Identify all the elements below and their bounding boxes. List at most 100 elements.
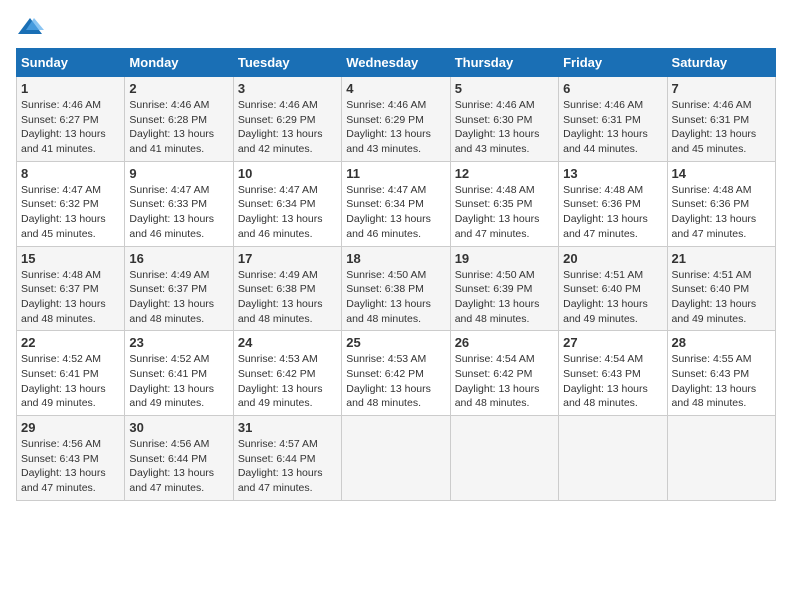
- calendar-cell: 7 Sunrise: 4:46 AM Sunset: 6:31 PM Dayli…: [667, 77, 775, 162]
- day-info: Sunrise: 4:51 AM Sunset: 6:40 PM Dayligh…: [672, 268, 771, 327]
- day-info: Sunrise: 4:46 AM Sunset: 6:30 PM Dayligh…: [455, 98, 554, 157]
- calendar-cell: 21 Sunrise: 4:51 AM Sunset: 6:40 PM Dayl…: [667, 246, 775, 331]
- calendar-cell: 8 Sunrise: 4:47 AM Sunset: 6:32 PM Dayli…: [17, 161, 125, 246]
- day-number: 14: [672, 166, 771, 181]
- calendar-cell: [342, 416, 450, 501]
- logo: [16, 16, 48, 38]
- calendar-cell: 3 Sunrise: 4:46 AM Sunset: 6:29 PM Dayli…: [233, 77, 341, 162]
- day-number: 26: [455, 335, 554, 350]
- day-header-friday: Friday: [559, 49, 667, 77]
- calendar-cell: 23 Sunrise: 4:52 AM Sunset: 6:41 PM Dayl…: [125, 331, 233, 416]
- calendar-week-3: 15 Sunrise: 4:48 AM Sunset: 6:37 PM Dayl…: [17, 246, 776, 331]
- calendar-cell: 28 Sunrise: 4:55 AM Sunset: 6:43 PM Dayl…: [667, 331, 775, 416]
- day-number: 8: [21, 166, 120, 181]
- day-info: Sunrise: 4:48 AM Sunset: 6:36 PM Dayligh…: [672, 183, 771, 242]
- day-number: 23: [129, 335, 228, 350]
- day-number: 16: [129, 251, 228, 266]
- calendar-week-2: 8 Sunrise: 4:47 AM Sunset: 6:32 PM Dayli…: [17, 161, 776, 246]
- day-info: Sunrise: 4:56 AM Sunset: 6:43 PM Dayligh…: [21, 437, 120, 496]
- day-info: Sunrise: 4:46 AM Sunset: 6:29 PM Dayligh…: [346, 98, 445, 157]
- calendar-cell: 9 Sunrise: 4:47 AM Sunset: 6:33 PM Dayli…: [125, 161, 233, 246]
- day-number: 17: [238, 251, 337, 266]
- day-number: 28: [672, 335, 771, 350]
- day-number: 6: [563, 81, 662, 96]
- calendar-week-4: 22 Sunrise: 4:52 AM Sunset: 6:41 PM Dayl…: [17, 331, 776, 416]
- calendar-cell: 5 Sunrise: 4:46 AM Sunset: 6:30 PM Dayli…: [450, 77, 558, 162]
- day-number: 5: [455, 81, 554, 96]
- calendar-cell: 17 Sunrise: 4:49 AM Sunset: 6:38 PM Dayl…: [233, 246, 341, 331]
- day-number: 15: [21, 251, 120, 266]
- calendar-cell: [559, 416, 667, 501]
- calendar-cell: 18 Sunrise: 4:50 AM Sunset: 6:38 PM Dayl…: [342, 246, 450, 331]
- day-header-monday: Monday: [125, 49, 233, 77]
- day-header-sunday: Sunday: [17, 49, 125, 77]
- day-info: Sunrise: 4:47 AM Sunset: 6:34 PM Dayligh…: [346, 183, 445, 242]
- calendar-cell: 19 Sunrise: 4:50 AM Sunset: 6:39 PM Dayl…: [450, 246, 558, 331]
- day-info: Sunrise: 4:52 AM Sunset: 6:41 PM Dayligh…: [21, 352, 120, 411]
- day-number: 4: [346, 81, 445, 96]
- day-info: Sunrise: 4:54 AM Sunset: 6:43 PM Dayligh…: [563, 352, 662, 411]
- day-number: 3: [238, 81, 337, 96]
- day-info: Sunrise: 4:48 AM Sunset: 6:36 PM Dayligh…: [563, 183, 662, 242]
- day-info: Sunrise: 4:53 AM Sunset: 6:42 PM Dayligh…: [238, 352, 337, 411]
- day-number: 20: [563, 251, 662, 266]
- day-info: Sunrise: 4:49 AM Sunset: 6:38 PM Dayligh…: [238, 268, 337, 327]
- day-info: Sunrise: 4:53 AM Sunset: 6:42 PM Dayligh…: [346, 352, 445, 411]
- day-info: Sunrise: 4:46 AM Sunset: 6:31 PM Dayligh…: [563, 98, 662, 157]
- day-number: 13: [563, 166, 662, 181]
- day-number: 30: [129, 420, 228, 435]
- calendar-cell: 16 Sunrise: 4:49 AM Sunset: 6:37 PM Dayl…: [125, 246, 233, 331]
- day-info: Sunrise: 4:46 AM Sunset: 6:29 PM Dayligh…: [238, 98, 337, 157]
- day-number: 27: [563, 335, 662, 350]
- calendar: SundayMondayTuesdayWednesdayThursdayFrid…: [16, 48, 776, 501]
- header: [16, 16, 776, 38]
- calendar-cell: 2 Sunrise: 4:46 AM Sunset: 6:28 PM Dayli…: [125, 77, 233, 162]
- calendar-cell: 22 Sunrise: 4:52 AM Sunset: 6:41 PM Dayl…: [17, 331, 125, 416]
- calendar-cell: 20 Sunrise: 4:51 AM Sunset: 6:40 PM Dayl…: [559, 246, 667, 331]
- day-info: Sunrise: 4:46 AM Sunset: 6:31 PM Dayligh…: [672, 98, 771, 157]
- day-info: Sunrise: 4:48 AM Sunset: 6:37 PM Dayligh…: [21, 268, 120, 327]
- day-info: Sunrise: 4:57 AM Sunset: 6:44 PM Dayligh…: [238, 437, 337, 496]
- logo-icon: [16, 16, 44, 38]
- calendar-cell: 4 Sunrise: 4:46 AM Sunset: 6:29 PM Dayli…: [342, 77, 450, 162]
- day-number: 25: [346, 335, 445, 350]
- day-number: 12: [455, 166, 554, 181]
- day-header-thursday: Thursday: [450, 49, 558, 77]
- calendar-cell: 27 Sunrise: 4:54 AM Sunset: 6:43 PM Dayl…: [559, 331, 667, 416]
- day-number: 29: [21, 420, 120, 435]
- day-number: 7: [672, 81, 771, 96]
- day-info: Sunrise: 4:54 AM Sunset: 6:42 PM Dayligh…: [455, 352, 554, 411]
- day-info: Sunrise: 4:50 AM Sunset: 6:39 PM Dayligh…: [455, 268, 554, 327]
- day-number: 11: [346, 166, 445, 181]
- calendar-cell: 1 Sunrise: 4:46 AM Sunset: 6:27 PM Dayli…: [17, 77, 125, 162]
- calendar-cell: 30 Sunrise: 4:56 AM Sunset: 6:44 PM Dayl…: [125, 416, 233, 501]
- day-info: Sunrise: 4:51 AM Sunset: 6:40 PM Dayligh…: [563, 268, 662, 327]
- day-info: Sunrise: 4:47 AM Sunset: 6:33 PM Dayligh…: [129, 183, 228, 242]
- day-info: Sunrise: 4:56 AM Sunset: 6:44 PM Dayligh…: [129, 437, 228, 496]
- day-header-wednesday: Wednesday: [342, 49, 450, 77]
- calendar-cell: 25 Sunrise: 4:53 AM Sunset: 6:42 PM Dayl…: [342, 331, 450, 416]
- day-info: Sunrise: 4:55 AM Sunset: 6:43 PM Dayligh…: [672, 352, 771, 411]
- calendar-cell: 12 Sunrise: 4:48 AM Sunset: 6:35 PM Dayl…: [450, 161, 558, 246]
- calendar-cell: 31 Sunrise: 4:57 AM Sunset: 6:44 PM Dayl…: [233, 416, 341, 501]
- day-number: 2: [129, 81, 228, 96]
- day-number: 21: [672, 251, 771, 266]
- day-number: 1: [21, 81, 120, 96]
- calendar-cell: [450, 416, 558, 501]
- day-number: 19: [455, 251, 554, 266]
- day-info: Sunrise: 4:47 AM Sunset: 6:34 PM Dayligh…: [238, 183, 337, 242]
- day-info: Sunrise: 4:48 AM Sunset: 6:35 PM Dayligh…: [455, 183, 554, 242]
- day-header-saturday: Saturday: [667, 49, 775, 77]
- day-info: Sunrise: 4:49 AM Sunset: 6:37 PM Dayligh…: [129, 268, 228, 327]
- day-number: 31: [238, 420, 337, 435]
- calendar-cell: 13 Sunrise: 4:48 AM Sunset: 6:36 PM Dayl…: [559, 161, 667, 246]
- calendar-cell: 6 Sunrise: 4:46 AM Sunset: 6:31 PM Dayli…: [559, 77, 667, 162]
- day-info: Sunrise: 4:52 AM Sunset: 6:41 PM Dayligh…: [129, 352, 228, 411]
- day-number: 22: [21, 335, 120, 350]
- calendar-cell: 24 Sunrise: 4:53 AM Sunset: 6:42 PM Dayl…: [233, 331, 341, 416]
- calendar-cell: [667, 416, 775, 501]
- calendar-cell: 15 Sunrise: 4:48 AM Sunset: 6:37 PM Dayl…: [17, 246, 125, 331]
- calendar-week-1: 1 Sunrise: 4:46 AM Sunset: 6:27 PM Dayli…: [17, 77, 776, 162]
- day-number: 24: [238, 335, 337, 350]
- calendar-cell: 14 Sunrise: 4:48 AM Sunset: 6:36 PM Dayl…: [667, 161, 775, 246]
